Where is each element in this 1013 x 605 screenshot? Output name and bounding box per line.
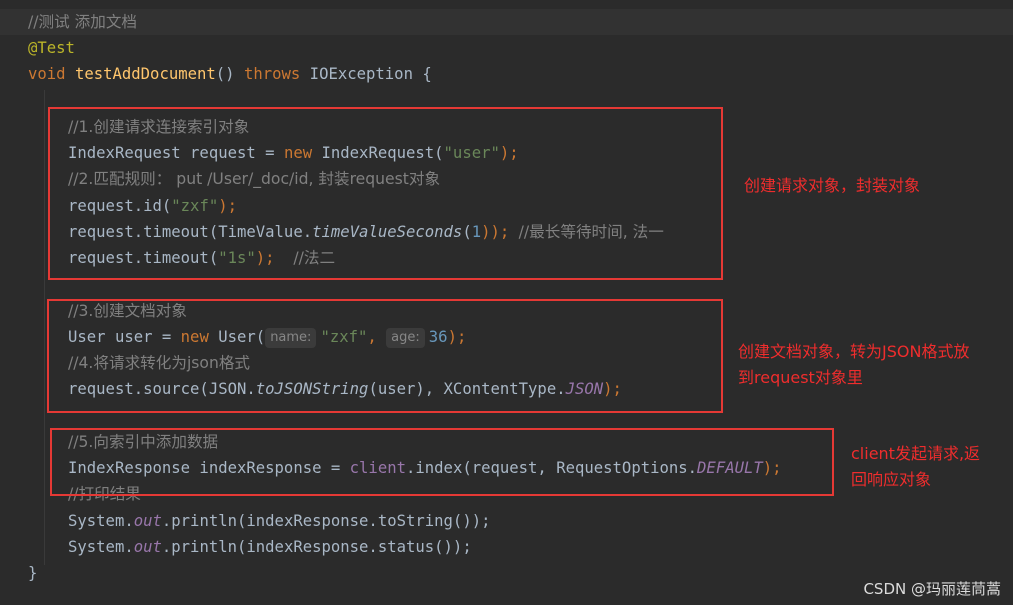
code-text: .println(indexResponse.toString()); bbox=[161, 512, 491, 530]
annotation-line: 回响应对象 bbox=[851, 470, 932, 489]
highlight-box-request bbox=[48, 107, 723, 280]
annotation-note-request: 创建请求对象，封装对象 bbox=[744, 176, 921, 195]
comment: //测试 添加文档 bbox=[28, 13, 138, 31]
highlight-box-index bbox=[50, 428, 834, 496]
annotation-note-client: client发起请求,返 回响应对象 bbox=[851, 441, 980, 493]
closing-brace: } bbox=[28, 564, 38, 582]
code-text: System. bbox=[68, 512, 134, 530]
static-field: out bbox=[133, 538, 162, 556]
keyword: void bbox=[28, 65, 75, 83]
annotation-line: 创建文档对象，转为JSON格式放 bbox=[738, 342, 970, 361]
code-text: System. bbox=[68, 538, 134, 556]
code-text: .println(indexResponse.status()); bbox=[161, 538, 472, 556]
code-line: void testAddDocument() throws IOExceptio… bbox=[28, 61, 432, 87]
method-name: testAddDocument bbox=[74, 65, 216, 83]
annotation-line: 到request对象里 bbox=[738, 368, 863, 387]
code-text: () bbox=[215, 65, 244, 83]
code-line: System.out.println(indexResponse.status(… bbox=[68, 534, 472, 560]
code-line: } bbox=[28, 560, 37, 586]
annotation-line: client发起请求,返 bbox=[851, 444, 981, 463]
current-line-highlight bbox=[0, 9, 1013, 35]
code-line: System.out.println(indexResponse.toStrin… bbox=[68, 508, 490, 534]
watermark: CSDN @玛丽莲茼蒿 bbox=[863, 578, 1001, 599]
indent-guide bbox=[44, 90, 45, 565]
code-text: IOException { bbox=[300, 65, 432, 83]
annotation: @Test bbox=[28, 39, 75, 57]
top-band bbox=[0, 0, 1013, 8]
annotation-note-document: 创建文档对象，转为JSON格式放 到request对象里 bbox=[738, 339, 969, 391]
highlight-box-document bbox=[47, 299, 723, 413]
code-line: //测试 添加文档 bbox=[28, 9, 137, 35]
code-line: @Test bbox=[28, 35, 75, 61]
keyword: throws bbox=[243, 65, 301, 83]
static-field: out bbox=[133, 512, 162, 530]
